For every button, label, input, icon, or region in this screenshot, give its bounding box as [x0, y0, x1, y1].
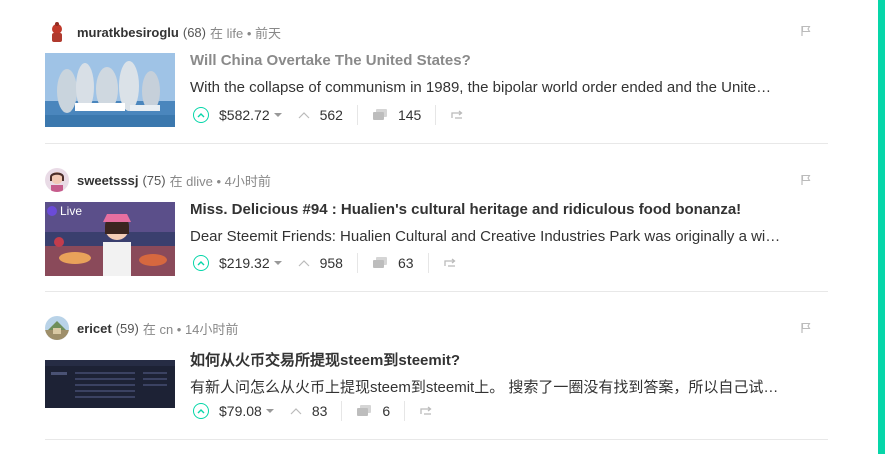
- flag-icon[interactable]: [800, 25, 812, 37]
- post-footer: $79.08 83 6: [193, 401, 443, 421]
- post-title[interactable]: Will China Overtake The United States?: [190, 52, 471, 69]
- post-header: ericet (59) 在 cn • 14小时前: [45, 316, 238, 340]
- payout-amount[interactable]: $219.32: [219, 255, 270, 271]
- post-footer: $219.32 958 63: [193, 253, 467, 273]
- reblog-icon[interactable]: [450, 109, 464, 121]
- author-reputation: (68): [182, 24, 206, 40]
- payout-amount[interactable]: $79.08: [219, 403, 262, 419]
- payout-amount[interactable]: $582.72: [219, 107, 270, 123]
- flag-icon[interactable]: [800, 322, 812, 334]
- divider: [341, 401, 343, 421]
- divider: [427, 253, 429, 273]
- post-header: muratkbesiroglu (68) 在 life • 前天: [45, 20, 281, 44]
- reblog-icon[interactable]: [419, 405, 433, 417]
- avatar[interactable]: [45, 20, 69, 44]
- author-name[interactable]: sweetsssj: [77, 173, 138, 188]
- live-badge: Live: [47, 204, 82, 218]
- chevron-up-icon: [197, 409, 205, 414]
- post-meta[interactable]: 在 life • 前天: [210, 23, 281, 42]
- post-summary[interactable]: 有新人问怎么从火币上提现steem到steemit上。 搜索了一圈没有找到答案，…: [190, 376, 830, 397]
- comments-icon[interactable]: [372, 256, 388, 270]
- votes-count[interactable]: 958: [320, 255, 343, 271]
- upvote-button[interactable]: [193, 403, 209, 419]
- author-name[interactable]: ericet: [77, 321, 112, 336]
- votes-icon[interactable]: [298, 259, 310, 267]
- post-meta[interactable]: 在 dlive • 4小时前: [170, 171, 271, 190]
- comments-icon[interactable]: [372, 108, 388, 122]
- votes-icon[interactable]: [298, 111, 310, 119]
- post-feed: muratkbesiroglu (68) 在 life • 前天 Will Ch…: [45, 0, 828, 440]
- comments-count[interactable]: 6: [382, 403, 390, 419]
- reblog-icon[interactable]: [443, 257, 457, 269]
- payout-dropdown-icon[interactable]: [273, 113, 282, 117]
- payout-dropdown-icon[interactable]: [265, 409, 274, 413]
- post-thumbnail[interactable]: [45, 360, 175, 408]
- votes-count[interactable]: 83: [312, 403, 328, 419]
- post-item: muratkbesiroglu (68) 在 life • 前天 Will Ch…: [45, 0, 828, 144]
- post-footer: $582.72 562 145: [193, 105, 474, 125]
- divider: [404, 401, 406, 421]
- post-summary[interactable]: With the collapse of communism in 1989, …: [190, 79, 830, 96]
- upvote-button[interactable]: [193, 107, 209, 123]
- chevron-up-icon: [197, 261, 205, 266]
- post-title[interactable]: Miss. Delicious #94 : Hualien's cultural…: [190, 201, 741, 218]
- right-accent-bar: [878, 0, 885, 454]
- comments-count[interactable]: 63: [398, 255, 414, 271]
- post-item: sweetsssj (75) 在 dlive • 4小时前 Live Miss.…: [45, 144, 828, 292]
- avatar[interactable]: [45, 168, 69, 192]
- post-item: ericet (59) 在 cn • 14小时前 如何从火币交易所提现steem…: [45, 292, 828, 440]
- chevron-up-icon: [197, 113, 205, 118]
- avatar[interactable]: [45, 316, 69, 340]
- author-reputation: (75): [142, 172, 166, 188]
- flag-icon[interactable]: [800, 174, 812, 186]
- author-name[interactable]: muratkbesiroglu: [77, 25, 179, 40]
- divider: [435, 105, 437, 125]
- post-thumbnail[interactable]: [45, 53, 175, 127]
- payout-dropdown-icon[interactable]: [273, 261, 282, 265]
- comments-count[interactable]: 145: [398, 107, 421, 123]
- post-summary[interactable]: Dear Steemit Friends: Hualien Cultural a…: [190, 228, 830, 245]
- votes-icon[interactable]: [290, 407, 302, 415]
- post-thumbnail[interactable]: Live: [45, 202, 175, 276]
- upvote-button[interactable]: [193, 255, 209, 271]
- comments-icon[interactable]: [356, 404, 372, 418]
- post-title[interactable]: 如何从火币交易所提现steem到steemit?: [190, 349, 460, 370]
- divider: [356, 105, 358, 125]
- divider: [356, 253, 358, 273]
- post-header: sweetsssj (75) 在 dlive • 4小时前: [45, 168, 271, 192]
- author-reputation: (59): [115, 320, 139, 336]
- post-meta[interactable]: 在 cn • 14小时前: [143, 319, 239, 338]
- votes-count[interactable]: 562: [320, 107, 343, 123]
